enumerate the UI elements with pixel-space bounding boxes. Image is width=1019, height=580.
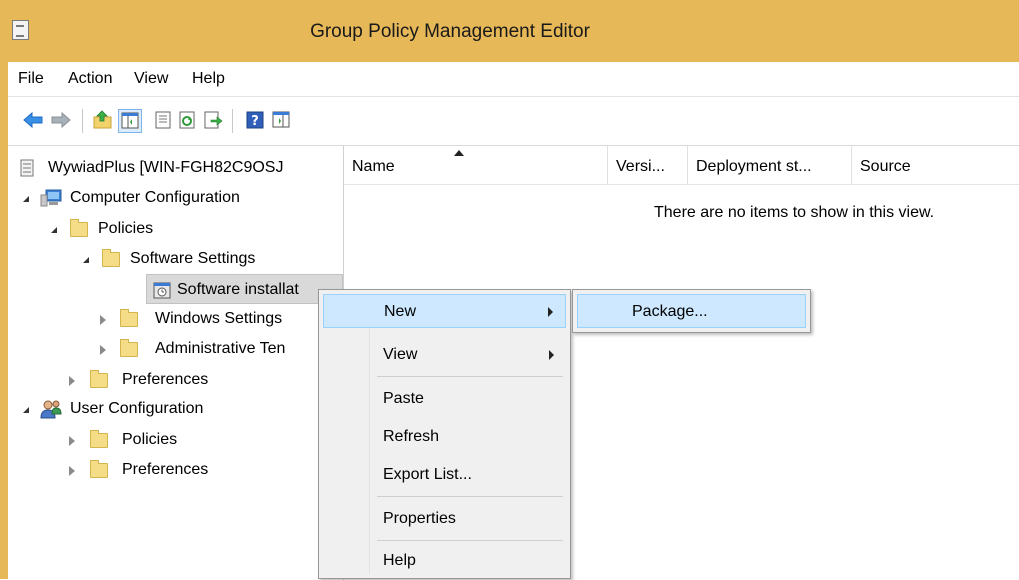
- menu-item-refresh-label: Refresh: [383, 428, 440, 445]
- policy-document-icon: [20, 159, 34, 177]
- tree-item-user-policies[interactable]: Policies: [8, 425, 343, 455]
- tree-item-software-settings[interactable]: Software Settings: [8, 244, 343, 274]
- collapse-arrow-icon[interactable]: [22, 195, 30, 203]
- menu-separator: [377, 496, 563, 497]
- tree-item-administrative-templates[interactable]: Administrative Ten: [8, 334, 343, 364]
- up-folder-icon[interactable]: [92, 109, 114, 131]
- folder-icon: [90, 430, 108, 448]
- menu-help[interactable]: Help: [186, 62, 231, 96]
- collapse-arrow-icon[interactable]: [22, 406, 30, 414]
- collapse-arrow-icon[interactable]: [82, 256, 90, 264]
- menu-item-help[interactable]: Help: [323, 544, 566, 578]
- users-icon: [40, 400, 62, 419]
- tree-item-preferences[interactable]: Preferences: [8, 365, 343, 395]
- menu-item-paste[interactable]: Paste: [323, 382, 566, 416]
- expand-arrow-icon[interactable]: [69, 466, 75, 476]
- list-header: Name Versi... Deployment st... Source: [344, 146, 1019, 185]
- tree-item-root[interactable]: WywiadPlus [WIN-FGH82C9OSJ: [8, 153, 343, 183]
- menu-item-properties-label: Properties: [383, 510, 456, 527]
- tree-label-user-preferences: Preferences: [122, 461, 209, 478]
- window-frame-left: [0, 62, 8, 579]
- menu-file[interactable]: File: [12, 62, 50, 96]
- menu-item-refresh[interactable]: Refresh: [323, 420, 566, 454]
- menu-item-paste-label: Paste: [383, 390, 424, 407]
- menu-item-export-list[interactable]: Export List...: [323, 458, 566, 492]
- folder-icon: [120, 309, 138, 327]
- folder-icon: [120, 339, 138, 357]
- folder-icon: [90, 370, 108, 388]
- show-hide-console-tree-icon[interactable]: [118, 109, 142, 133]
- tree-label-user-policies: Policies: [122, 431, 178, 448]
- expand-arrow-icon[interactable]: [100, 315, 106, 325]
- context-menu: New View Paste Refresh Export List... Pr…: [318, 289, 571, 579]
- expand-arrow-icon[interactable]: [100, 345, 106, 355]
- software-installation-icon: [153, 282, 171, 299]
- console-tree[interactable]: WywiadPlus [WIN-FGH82C9OSJ Computer Conf…: [8, 146, 344, 580]
- export-list-icon[interactable]: [202, 109, 224, 131]
- forward-arrow-icon[interactable]: [50, 109, 72, 131]
- menu-item-view[interactable]: View: [323, 338, 566, 372]
- toolbar-separator: [82, 109, 83, 133]
- tree-item-policies[interactable]: Policies: [8, 214, 343, 244]
- tree-label-root: WywiadPlus [WIN-FGH82C9OSJ: [48, 159, 284, 176]
- folder-icon: [70, 219, 88, 237]
- computer-icon: [40, 189, 62, 207]
- menu-action[interactable]: Action: [62, 62, 118, 96]
- empty-list-message: There are no items to show in this view.: [654, 204, 935, 221]
- toolbar: ?: [8, 97, 1019, 144]
- submenu-arrow-icon: [548, 307, 553, 317]
- menu-item-export-list-label: Export List...: [383, 466, 472, 483]
- help-icon[interactable]: ?: [244, 109, 266, 131]
- tree-label-software-installation: Software installat: [177, 281, 299, 298]
- menu-item-package-label: Package...: [632, 303, 708, 320]
- menu-separator: [377, 540, 563, 541]
- title-bar[interactable]: Group Policy Management Editor: [0, 0, 1019, 62]
- tree-item-computer-configuration[interactable]: Computer Configuration: [8, 183, 343, 213]
- collapse-arrow-icon[interactable]: [50, 226, 58, 234]
- tree-item-software-installation[interactable]: Software installat: [146, 274, 343, 304]
- menu-item-view-label: View: [383, 346, 418, 363]
- tree-label-policies: Policies: [98, 220, 154, 237]
- column-header-source[interactable]: Source: [852, 146, 1019, 184]
- tree-label-software-settings: Software Settings: [130, 250, 256, 267]
- expand-arrow-icon[interactable]: [69, 436, 75, 446]
- svg-text:?: ?: [251, 114, 259, 129]
- submenu-arrow-icon: [549, 350, 554, 360]
- menu-item-package[interactable]: Package...: [577, 294, 806, 328]
- menu-view[interactable]: View: [128, 62, 174, 96]
- expand-arrow-icon[interactable]: [69, 376, 75, 386]
- back-arrow-icon[interactable]: [22, 109, 44, 131]
- properties-icon[interactable]: [152, 109, 174, 131]
- column-header-deployment-state[interactable]: Deployment st...: [688, 146, 852, 184]
- show-action-pane-icon[interactable]: [270, 109, 292, 131]
- toolbar-separator: [232, 109, 233, 133]
- refresh-icon[interactable]: [176, 109, 198, 131]
- menu-separator: [377, 376, 563, 377]
- column-header-name[interactable]: Name: [344, 146, 608, 184]
- column-header-version[interactable]: Versi...: [608, 146, 688, 184]
- tree-label-windows-settings: Windows Settings: [155, 310, 283, 327]
- folder-icon: [90, 460, 108, 478]
- tree-label-user-configuration: User Configuration: [70, 400, 204, 417]
- menu-item-new-label: New: [384, 303, 417, 320]
- gpme-window: Group Policy Management Editor File Acti…: [0, 0, 1019, 580]
- column-header-name-label: Name: [352, 158, 395, 175]
- tree-item-user-configuration[interactable]: User Configuration: [8, 394, 343, 424]
- new-submenu: Package...: [572, 289, 811, 333]
- tree-label-computer-configuration: Computer Configuration: [70, 189, 240, 206]
- tree-item-user-preferences[interactable]: Preferences: [8, 455, 343, 485]
- window-title: Group Policy Management Editor: [310, 21, 590, 42]
- menu-item-properties[interactable]: Properties: [323, 502, 566, 536]
- tree-label-preferences: Preferences: [122, 371, 209, 388]
- menu-item-help-label: Help: [383, 552, 416, 569]
- menu-bar: File Action View Help: [8, 62, 1019, 97]
- menu-item-new[interactable]: New: [323, 294, 566, 328]
- tree-label-administrative-templates: Administrative Ten: [155, 340, 286, 357]
- tree-item-windows-settings[interactable]: Windows Settings: [8, 304, 343, 334]
- sort-ascending-icon: [454, 150, 464, 156]
- folder-icon: [102, 249, 120, 267]
